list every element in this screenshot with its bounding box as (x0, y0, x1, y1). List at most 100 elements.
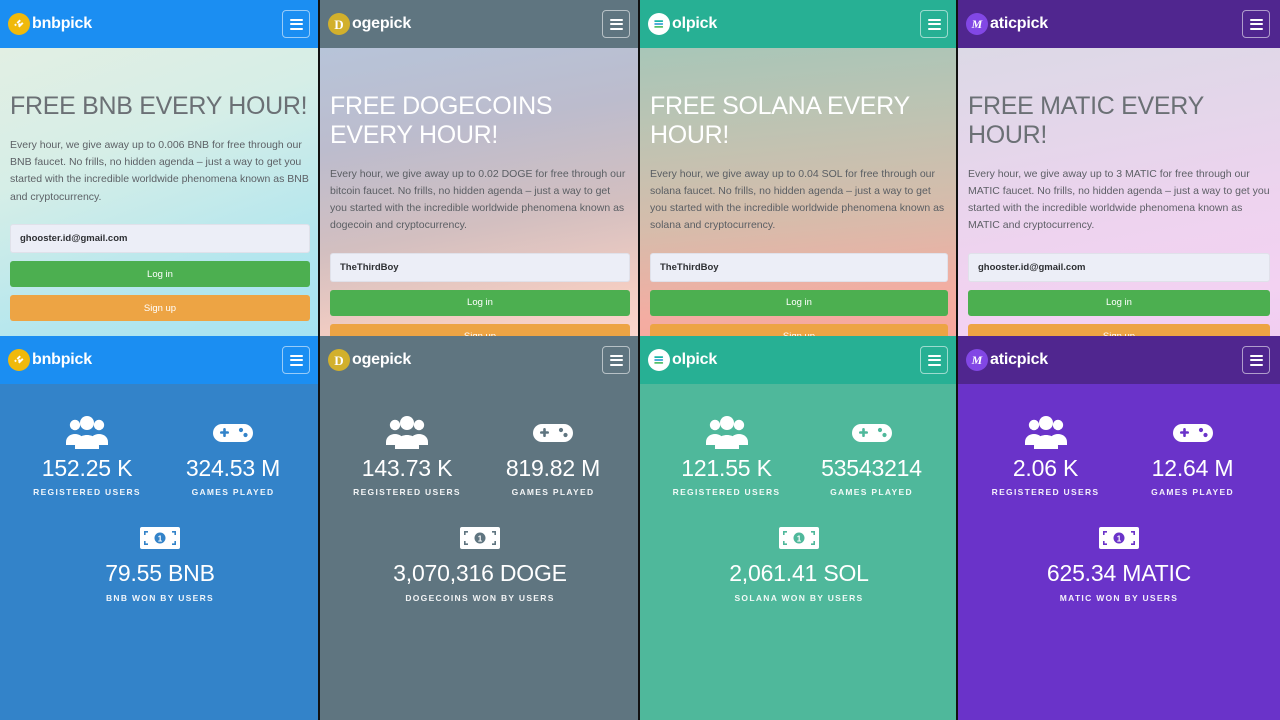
stat-value: 12.64 M (1151, 455, 1234, 481)
panel-bnbpick-hero: bnbpick FREE BNB EVERY HOUR! Every hour,… (0, 0, 320, 336)
login-button[interactable]: Log in (968, 289, 1270, 316)
banknote-icon: 1 (654, 515, 944, 561)
stats-row-top: 152.25 K REGISTERED USERS 324.53 M GAMES… (14, 410, 306, 497)
users-group-icon (334, 410, 480, 456)
signup-button[interactable]: Sign up (968, 323, 1270, 336)
brand-name-bnbpick: bnbpick (32, 15, 92, 32)
stat-label: BNB WON BY USERS (105, 592, 214, 603)
brand-name-solpick: olpick (672, 15, 718, 32)
matic-coin-letter: M (971, 17, 983, 31)
login-button[interactable]: Log in (650, 289, 948, 316)
login-form-bnbpick: Log in Sign up (10, 224, 310, 321)
stat-label: GAMES PLAYED (1151, 487, 1234, 498)
stats-row-bottom: 1 2,061.41 SOL SOLANA WON BY USERS (654, 515, 944, 603)
panel-solpick-stats: olpick 121.55 K REGISTERED USERS 5354321… (640, 336, 958, 720)
hamburger-menu-icon[interactable] (1242, 346, 1270, 374)
brand-name-maticpick: aticpick (990, 351, 1048, 368)
stat-registered-users: 121.55 K REGISTERED USERS (654, 410, 799, 497)
hamburger-menu-icon[interactable] (602, 10, 630, 38)
hamburger-menu-icon[interactable] (1242, 10, 1270, 38)
matic-coin-letter: M (971, 353, 983, 367)
hamburger-menu-icon[interactable] (920, 10, 948, 38)
svg-text:1: 1 (797, 535, 802, 544)
stats-maticpick: 2.06 K REGISTERED USERS 12.64 M GAMES PL… (958, 384, 1280, 720)
stat-amount-won: 1 625.34 MATIC MATIC WON BY USERS (972, 515, 1266, 603)
page-title: FREE DOGECOINS EVERY HOUR! (330, 92, 553, 149)
stat-value: 3,070,316 DOGE (393, 560, 567, 587)
username-input[interactable] (10, 224, 310, 253)
brand-name-maticpick: aticpick (990, 15, 1048, 32)
stat-label: GAMES PLAYED (830, 487, 913, 498)
brand-name-dogepick: ogepick (352, 351, 412, 368)
hamburger-menu-icon[interactable] (602, 346, 630, 374)
brand-bnbpick[interactable]: bnbpick (8, 13, 92, 35)
svg-text:1: 1 (1117, 535, 1122, 544)
stat-label: REGISTERED USERS (672, 487, 781, 498)
username-input[interactable] (330, 252, 630, 282)
stat-value: 625.34 MATIC (1046, 560, 1192, 587)
hamburger-menu-icon[interactable] (282, 346, 310, 374)
stat-registered-users: 143.73 K REGISTERED USERS (334, 410, 480, 497)
page-title: FREE SOLANA EVERY HOUR! (650, 92, 910, 149)
users-group-icon (654, 410, 799, 456)
gamepad-icon (799, 410, 944, 456)
brand-solpick[interactable]: olpick (648, 13, 717, 35)
login-form-solpick: Log in Sign up (650, 252, 948, 336)
brand-name-dogepick: ogepick (352, 15, 412, 32)
stat-value: 2,061.41 SOL (729, 560, 869, 587)
panel-maticpick-hero: M aticpick FREE MATIC EVERY HOUR! Every … (958, 0, 1280, 336)
stat-value: 152.25 K (41, 455, 133, 481)
brand-maticpick[interactable]: M aticpick (966, 349, 1048, 371)
login-form-dogepick: Log in Sign up (330, 252, 630, 336)
brand-solpick[interactable]: olpick (648, 349, 717, 371)
stat-label: SOLANA WON BY USERS (734, 592, 864, 603)
stat-games-played: 12.64 M GAMES PLAYED (1119, 410, 1266, 497)
brand-dogepick[interactable]: D ogepick (328, 13, 411, 35)
brand-name-solpick: olpick (672, 351, 718, 368)
svg-text:1: 1 (478, 535, 483, 544)
stat-value: 2.06 K (1012, 455, 1079, 481)
navbar-maticpick: M aticpick (958, 0, 1280, 48)
login-button[interactable]: Log in (10, 261, 310, 287)
login-button[interactable]: Log in (330, 289, 630, 316)
username-input[interactable] (650, 252, 948, 282)
gamepad-icon (480, 410, 626, 456)
matic-coin-icon: M (966, 349, 988, 371)
hamburger-menu-icon[interactable] (920, 346, 948, 374)
stats-row-top: 143.73 K REGISTERED USERS 819.82 M GAMES… (334, 410, 626, 497)
stat-label: REGISTERED USERS (991, 487, 1100, 498)
navbar-solpick: olpick (640, 0, 958, 48)
login-form-maticpick: Log in Sign up (968, 252, 1270, 336)
signup-button[interactable]: Sign up (330, 323, 630, 336)
stat-label: MATIC WON BY USERS (1059, 592, 1179, 603)
panel-bnbpick-stats: bnbpick 152.25 K REGISTERED USERS 324.53… (0, 336, 320, 720)
hero-maticpick: FREE MATIC EVERY HOUR! Every hour, we gi… (958, 48, 1280, 336)
signup-button[interactable]: Sign up (10, 295, 310, 321)
hero-description: Every hour, we give away up to 3 MATIC f… (968, 167, 1270, 232)
panel-solpick-hero: olpick FREE SOLANA EVERY HOUR! Every hou… (640, 0, 958, 336)
username-input[interactable] (968, 252, 1270, 282)
hero-description: Every hour, we give away up to 0.04 SOL … (650, 167, 945, 232)
brand-dogepick[interactable]: D ogepick (328, 349, 411, 371)
brand-name-bnbpick: bnbpick (32, 351, 92, 368)
panel-dogepick-hero: D ogepick FREE DOGECOINS EVERY HOUR! Eve… (320, 0, 640, 336)
brand-maticpick[interactable]: M aticpick (966, 13, 1048, 35)
brand-bnbpick[interactable]: bnbpick (8, 349, 92, 371)
signup-button[interactable]: Sign up (650, 323, 948, 336)
hamburger-menu-icon[interactable] (282, 10, 310, 38)
navbar-solpick: olpick (640, 336, 958, 384)
banknote-icon: 1 (972, 515, 1266, 561)
users-group-icon (14, 410, 160, 456)
stats-bnbpick: 152.25 K REGISTERED USERS 324.53 M GAMES… (0, 384, 320, 720)
doge-coin-icon: D (328, 13, 350, 35)
stat-label: GAMES PLAYED (191, 487, 275, 498)
banknote-icon: 1 (14, 515, 306, 561)
page-title: FREE MATIC EVERY HOUR! (968, 92, 1204, 149)
stat-games-played: 819.82 M GAMES PLAYED (480, 410, 626, 497)
stats-row-bottom: 1 79.55 BNB BNB WON BY USERS (14, 515, 306, 603)
navbar-bnbpick: bnbpick (0, 336, 320, 384)
doge-coin-letter: D (334, 16, 344, 32)
stat-games-played: 53543214 GAMES PLAYED (799, 410, 944, 497)
users-group-icon (972, 410, 1119, 456)
stat-value: 324.53 M (185, 455, 281, 481)
